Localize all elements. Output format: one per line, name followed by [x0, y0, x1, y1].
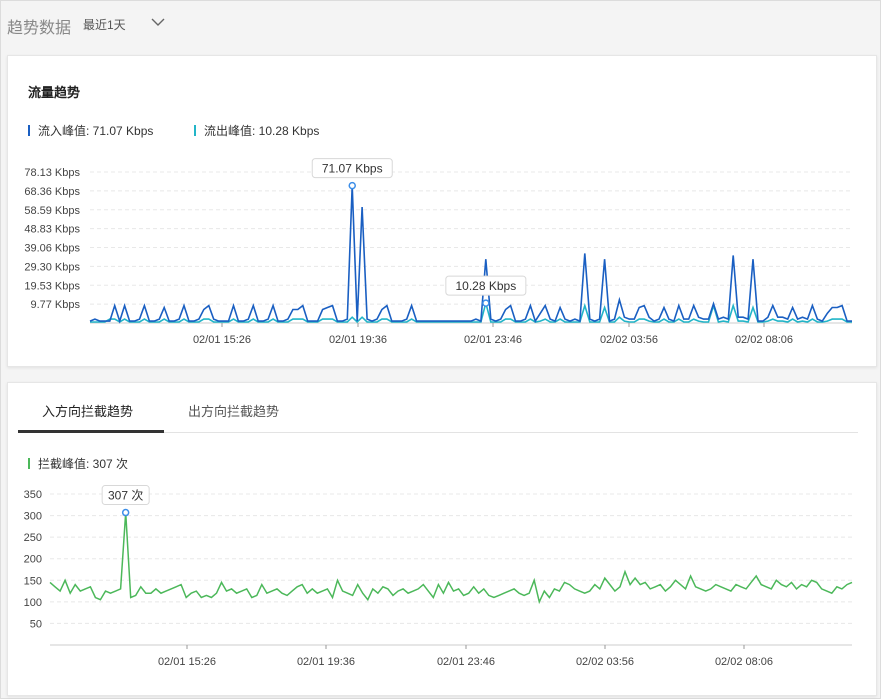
- inbound-series-line: [89, 185, 852, 324]
- block-trend-card: 入方向拦截趋势 出方向拦截趋势 拦截峰值: 307 次 350 300 250 200…: [7, 382, 877, 696]
- block-x-tick: 02/01 15:26: [158, 656, 216, 668]
- block-y-tick: 50: [30, 618, 42, 630]
- block-x-tick: 02/02 03:56: [576, 656, 634, 668]
- traffic-y-tick: 78.13 Kbps: [24, 167, 80, 179]
- block-peak-point: [121, 508, 130, 517]
- traffic-x-tick: 02/01 15:26: [193, 334, 251, 346]
- block-trend-tabs: 入方向拦截趋势 出方向拦截趋势: [18, 383, 858, 433]
- legend-block-label: 拦截峰值: 307 次: [38, 457, 129, 471]
- outbound-peak-tooltip-text: 10.28 Kbps: [455, 279, 516, 293]
- traffic-y-tick: 19.53 Kbps: [24, 280, 80, 292]
- traffic-y-tick: 58.59 Kbps: [24, 205, 80, 217]
- inbound-peak-tooltip-text: 71.07 Kbps: [322, 162, 383, 176]
- traffic-y-tick: 39.06 Kbps: [24, 243, 80, 255]
- traffic-x-tick: 02/01 23:46: [464, 334, 522, 346]
- traffic-line-chart[interactable]: 78.13 Kbps 68.36 Kbps 58.59 Kbps 48.83 Kbps…: [8, 152, 874, 362]
- legend-inbound-swatch: [28, 125, 30, 136]
- legend-outbound-peak: 流出峰值: 10.28 Kbps: [194, 122, 319, 139]
- time-range-select[interactable]: 最近1天: [83, 16, 126, 33]
- legend-block-swatch: [28, 458, 30, 469]
- traffic-x-tick: 02/02 08:06: [735, 334, 793, 346]
- traffic-x-tick: 02/01 19:36: [329, 334, 387, 346]
- block-y-tick: 300: [24, 511, 42, 523]
- traffic-y-tick: 29.30 Kbps: [24, 261, 80, 273]
- traffic-x-tick: 02/02 03:56: [600, 334, 658, 346]
- block-line-chart[interactable]: 350 300 250 200 150 100 50 02/01 15:26 02/01 19:…: [8, 479, 874, 679]
- legend-inbound-peak: 流入峰值: 71.07 Kbps: [28, 122, 153, 139]
- active-tab-indicator: [18, 430, 164, 433]
- traffic-trend-card: 流量趋势 流入峰值: 71.07 Kbps 流出峰值: 10.28 Kbps 7…: [7, 55, 877, 367]
- block-y-tick: 350: [24, 489, 42, 501]
- block-x-tick: 02/01 19:36: [297, 656, 355, 668]
- block-series-line: [49, 512, 853, 605]
- legend-inbound-label: 流入峰值: 71.07 Kbps: [38, 124, 154, 138]
- traffic-y-tick: 48.83 Kbps: [24, 224, 80, 236]
- block-x-tick: 02/01 23:46: [437, 656, 495, 668]
- traffic-trend-title: 流量趋势: [28, 85, 81, 100]
- tab-inbound-block[interactable]: 入方向拦截趋势: [42, 401, 133, 420]
- block-peak-tooltip-text: 307 次: [108, 489, 143, 503]
- page-title: 趋势数据: [7, 20, 72, 37]
- traffic-y-tick: 9.77 Kbps: [30, 299, 80, 311]
- legend-outbound-swatch: [194, 125, 196, 136]
- block-y-tick: 150: [24, 575, 42, 587]
- block-y-tick: 200: [24, 554, 42, 566]
- outbound-peak-point: [482, 299, 490, 307]
- block-y-tick: 100: [24, 597, 42, 609]
- top-bar: 趋势数据 最近1天: [1, 1, 880, 47]
- tab-outbound-block[interactable]: 出方向拦截趋势: [188, 401, 279, 420]
- inbound-peak-point: [348, 181, 356, 190]
- block-y-tick: 250: [24, 532, 42, 544]
- chevron-down-icon[interactable]: [149, 13, 167, 31]
- legend-block-peak: 拦截峰值: 307 次: [28, 455, 128, 472]
- block-x-tick: 02/02 08:06: [715, 656, 773, 668]
- traffic-y-tick: 68.36 Kbps: [24, 186, 80, 198]
- legend-outbound-label: 流出峰值: 10.28 Kbps: [204, 124, 320, 138]
